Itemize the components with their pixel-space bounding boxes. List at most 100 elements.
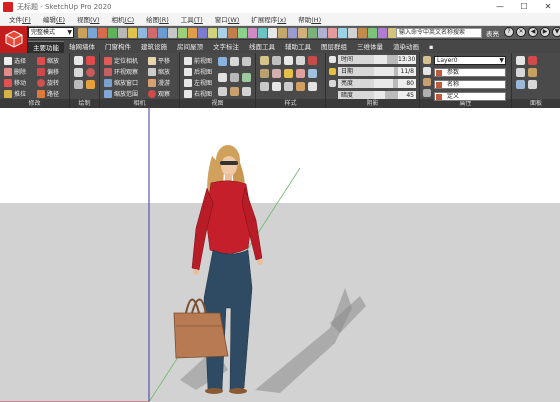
menu-tools[interactable]: 工具(T) [175,14,209,24]
next-button[interactable]: ▶ [540,27,550,37]
maximize-button[interactable]: ☐ [512,0,536,13]
panel-b-icon[interactable] [528,56,537,65]
undo-icon[interactable] [98,28,107,38]
tab-axis-wall[interactable]: 轴网墙体 [64,41,100,53]
backedges-icon[interactable] [272,56,281,65]
wood-icon[interactable] [278,28,287,38]
pan-button[interactable]: 平移 [148,55,170,66]
model-viewport[interactable] [0,108,560,402]
textured-icon[interactable] [260,69,269,78]
shadow-toggle-icon[interactable] [329,56,336,63]
style-mode-select[interactable]: 完整模式 ▼ [28,27,74,38]
stair-icon[interactable] [298,28,307,38]
tab-door-window[interactable]: 门窗构件 [100,41,136,53]
layer-select[interactable]: Layer0 ▼ [434,56,506,65]
xray-icon[interactable] [260,56,269,65]
prev-button[interactable]: ◀ [528,27,538,37]
tab-main[interactable]: 主要功能 [28,41,64,53]
scale-button[interactable]: 缩放 [37,55,59,66]
arc-tool-icon[interactable] [86,56,95,65]
tag-icon[interactable] [148,28,157,38]
save-icon[interactable] [88,28,97,38]
minimize-button[interactable]: — [488,0,512,13]
tab-render-anim[interactable]: 渲染动画 [388,41,424,53]
close-panel-button[interactable]: ✕ [516,27,526,37]
define-field[interactable]: 定义 [434,92,506,101]
style-c-icon[interactable] [284,82,293,91]
orbit-button[interactable]: 观察 [148,88,170,99]
close-button[interactable]: ✕ [536,0,560,13]
style-e-icon[interactable] [308,82,317,91]
zoom-window-button[interactable]: 缩放窗口 [104,77,138,88]
more-button[interactable]: ▼ [552,27,560,37]
menu-view[interactable]: 视图(V) [71,14,106,24]
panel-f-icon[interactable] [528,80,537,89]
sphere-icon[interactable] [198,28,207,38]
layer-manager-icon[interactable] [423,56,431,64]
door-icon[interactable] [228,28,237,38]
component-icon[interactable] [128,28,137,38]
light-slider[interactable]: 亮度 80 [338,79,418,88]
sun-icon[interactable] [329,68,336,75]
edge-icon[interactable] [284,69,293,78]
section-icon[interactable] [218,87,227,96]
rotate-button[interactable]: 旋转 [37,77,59,88]
menu-window[interactable]: 窗口(W) [209,14,246,24]
followme-button[interactable]: 路径 [37,88,59,99]
light-track[interactable] [374,79,398,88]
tab-annotation[interactable]: 文字标注 [208,41,244,53]
rectangle-tool-icon[interactable] [74,68,83,77]
param-field[interactable]: 参数 [434,68,506,77]
tab-room-roof[interactable]: 房间屋顶 [172,41,208,53]
attribute-icon[interactable] [423,67,431,75]
menu-camera[interactable]: 相机(C) [106,14,141,24]
top-view-icon[interactable] [230,57,239,66]
material-icon[interactable] [138,28,147,38]
scene-canvas[interactable] [0,108,560,402]
zoom-extents-button[interactable]: 缩放范围 [104,88,138,99]
time-track[interactable] [374,55,398,64]
tab-building[interactable]: 建筑设施 [136,41,172,53]
panel-e-icon[interactable] [516,80,525,89]
sky-icon[interactable] [308,69,317,78]
panel-c-icon[interactable] [516,68,525,77]
menu-file[interactable]: 文件(F) [3,14,37,24]
scene-icon[interactable] [158,28,167,38]
open-icon[interactable] [78,28,87,38]
plant-icon[interactable] [368,28,377,38]
window-icon[interactable] [318,28,327,38]
terrain-icon[interactable] [308,28,317,38]
water-icon[interactable] [258,28,267,38]
outliner-icon[interactable] [168,28,177,38]
name-icon[interactable] [423,78,431,86]
column-icon[interactable] [358,28,367,38]
zoom-button[interactable]: 缩放 [148,66,170,77]
redo-icon[interactable] [108,28,117,38]
glass-icon[interactable] [218,28,227,38]
move-button[interactable]: 移动 [4,77,26,88]
tab-line-face[interactable]: 线面工具 [244,41,280,53]
polygon-tool-icon[interactable] [74,80,83,89]
perspective-icon[interactable] [218,73,227,82]
right-view-button[interactable]: 右视图 [184,88,212,99]
profile-icon[interactable] [296,69,305,78]
front-view-button[interactable]: 前视图 [184,55,212,66]
pushpull-button[interactable]: 推拉 [4,88,26,99]
two-point-icon[interactable] [242,73,251,82]
style-a-icon[interactable] [260,82,269,91]
freehand-tool-icon[interactable] [86,80,95,89]
print-icon[interactable] [118,28,127,38]
sketchup-logo[interactable] [0,26,28,53]
wireframe-icon[interactable] [284,56,293,65]
panel-d-icon[interactable] [528,68,537,77]
time-slider[interactable]: 时间 13:30 [338,55,418,64]
user-name[interactable]: 表亮 [486,28,499,38]
style-d-icon[interactable] [296,82,305,91]
paint-icon[interactable] [248,28,257,38]
date-slider[interactable]: 日期 11/8 [338,67,418,76]
date-track[interactable] [374,67,398,76]
box-icon[interactable] [188,28,197,38]
define-icon[interactable] [423,89,431,97]
left-view-button[interactable]: 左视图 [184,77,212,88]
glass2-icon[interactable] [338,28,347,38]
